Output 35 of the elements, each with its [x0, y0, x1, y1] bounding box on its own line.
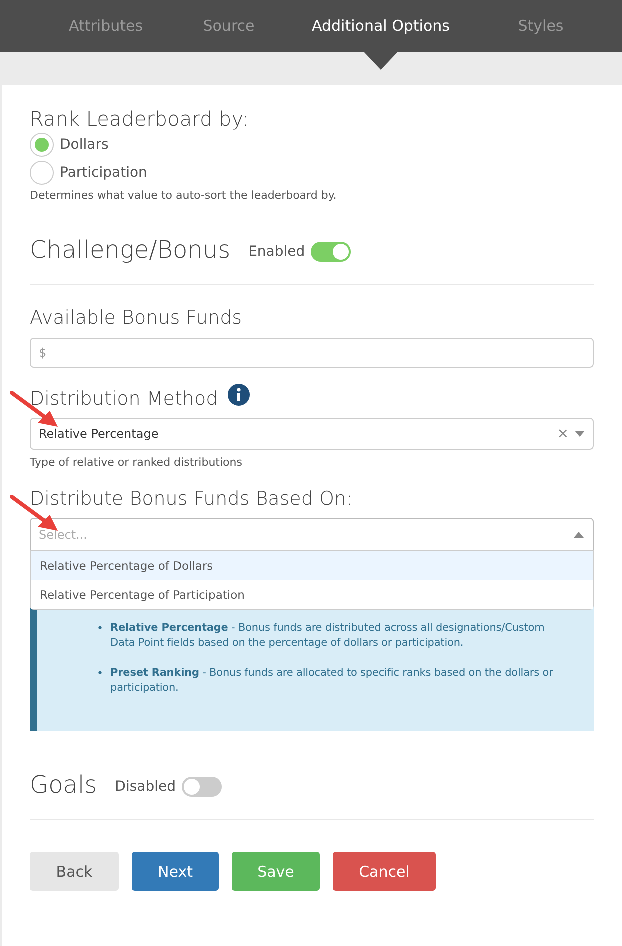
radio-button[interactable]: [30, 161, 54, 185]
clear-icon[interactable]: ×: [557, 426, 569, 442]
action-button[interactable]: Back: [30, 852, 119, 891]
radio-button[interactable]: [30, 133, 54, 157]
info-text: Preset Ranking - Bonus funds are allocated to specific ranks based on the dollars or participation.: [110, 666, 554, 696]
field-label: Distribute Bonus Funds Based On:: [30, 488, 354, 510]
bullet-mark: •: [97, 666, 104, 682]
bullet-mark: •: [97, 621, 104, 637]
caret-icon: [574, 532, 584, 538]
section-title: Rank Leaderboard by:: [30, 107, 250, 131]
field-label: Distribution Method: [30, 388, 218, 410]
toggle-switch[interactable]: [311, 242, 352, 262]
info-icon[interactable]: [228, 384, 250, 406]
tab[interactable]: Attributes: [30, 0, 182, 52]
select-field[interactable]: Select...: [30, 518, 594, 551]
select-field[interactable]: Relative Percentage ×: [30, 418, 594, 450]
input-field[interactable]: $: [30, 338, 594, 368]
field-label: Available Bonus Funds: [30, 307, 244, 329]
tab[interactable]: Source: [182, 0, 276, 52]
action-button[interactable]: Save: [232, 852, 320, 891]
radio-label: Dollars: [60, 137, 109, 153]
caret-icon: [575, 431, 585, 437]
status-label: Disabled: [115, 779, 176, 795]
info-text: Relative Percentage - Bonus funds are distributed across all designations/Custom Data Point fields based on the percentage of dollars or participation.: [110, 621, 546, 651]
section-title: Goals: [30, 771, 98, 799]
tab[interactable]: Styles: [486, 0, 596, 52]
action-button[interactable]: Cancel: [333, 852, 436, 891]
dropdown-option[interactable]: Relative Percentage of Dollars: [31, 551, 593, 580]
status-label: Enabled: [248, 244, 306, 260]
section-title: Challenge/Bonus: [30, 236, 231, 264]
radio-label: Participation: [60, 165, 148, 181]
help-text: Type of relative or ranked distributions: [30, 456, 244, 469]
action-button[interactable]: Next: [132, 852, 219, 891]
toggle-switch[interactable]: [182, 777, 222, 797]
help-text: Determines what value to auto-sort the leaderboard by.: [30, 189, 338, 202]
